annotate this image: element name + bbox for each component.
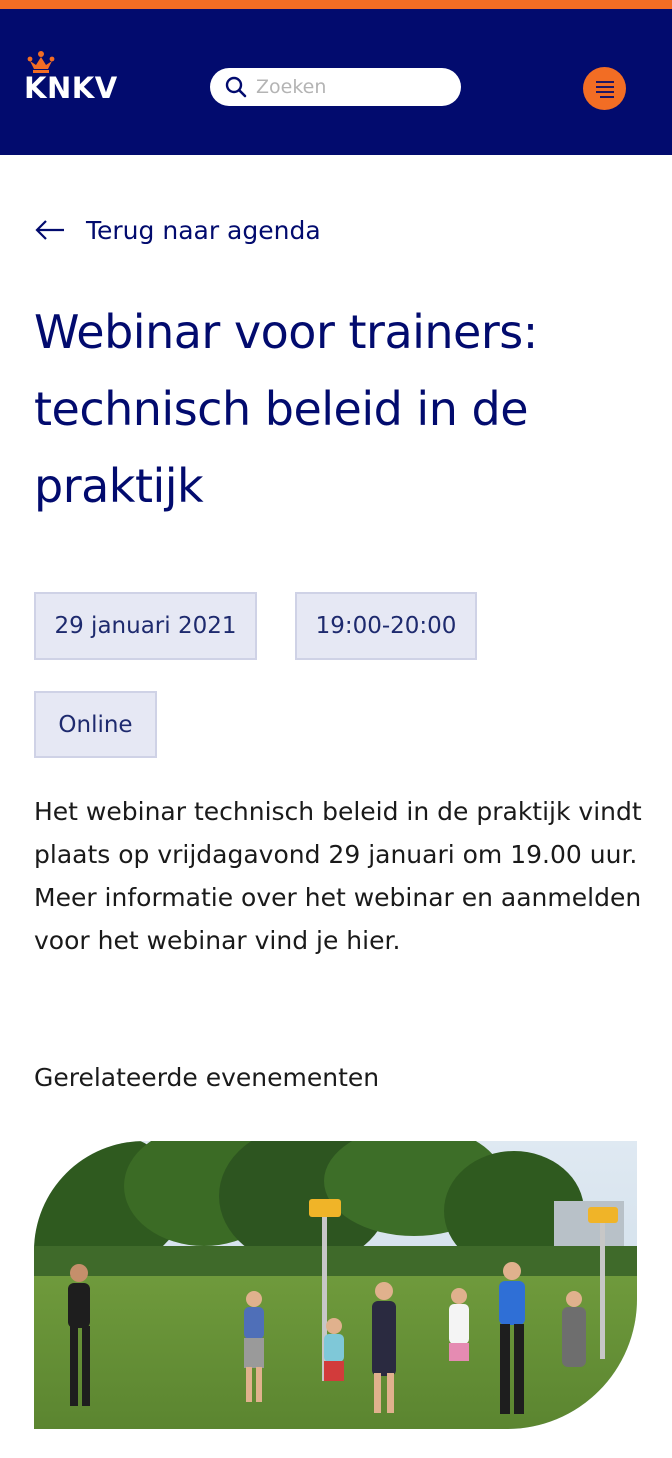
back-link-label: Terug naar agenda xyxy=(86,215,321,245)
related-events-heading: Gerelateerde evenementen xyxy=(34,1063,380,1092)
top-accent-stripe xyxy=(0,0,672,9)
related-event-image xyxy=(34,1141,637,1429)
site-header: KNKV xyxy=(0,9,672,155)
related-event-card[interactable] xyxy=(34,1141,637,1429)
arrow-left-icon xyxy=(35,220,64,240)
hamburger-menu-icon xyxy=(596,81,614,98)
event-time-badge: 19:00-20:00 xyxy=(295,592,477,660)
logo-text: KNKV xyxy=(24,71,118,105)
knkv-logo[interactable]: KNKV xyxy=(24,49,124,109)
search-icon[interactable] xyxy=(224,75,248,99)
back-to-agenda-link[interactable]: Terug naar agenda xyxy=(34,210,321,250)
page-title: Webinar voor trainers: technisch beleid … xyxy=(34,305,538,513)
event-location-badge: Online xyxy=(34,691,157,758)
event-date-badge: 29 januari 2021 xyxy=(34,592,257,660)
event-description: Het webinar technisch beleid in de prakt… xyxy=(34,797,642,955)
search-input[interactable] xyxy=(256,72,451,102)
search-bar[interactable] xyxy=(210,68,461,106)
menu-button[interactable] xyxy=(583,67,626,110)
